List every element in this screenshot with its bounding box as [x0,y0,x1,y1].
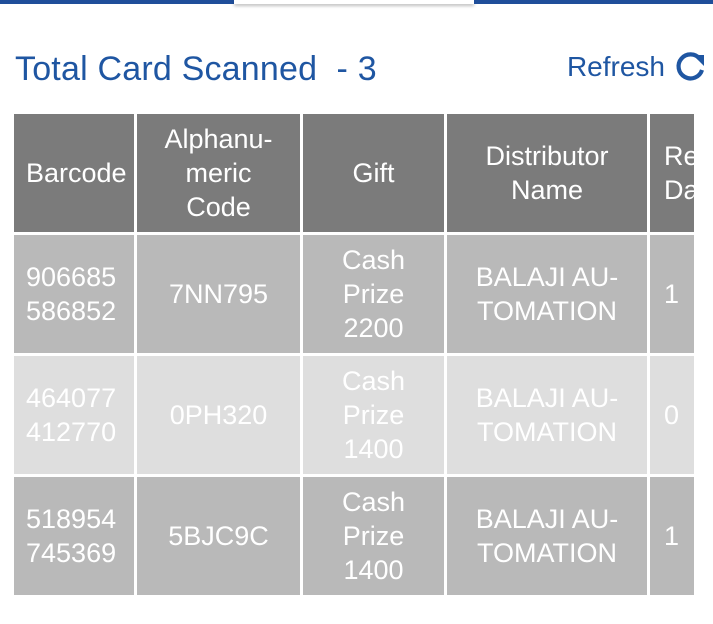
cell-distributor: BALAJI AU- TOMATION [447,235,647,353]
cell-code: 5BJC9C [137,477,300,595]
refresh-button[interactable]: Refresh [567,50,707,84]
cell-gift: Cash Prize 2200 [303,235,444,353]
column-header-code[interactable]: Alphanu- meric Code [137,114,300,232]
cell-gift: Cash Prize 1400 [303,356,444,474]
refresh-icon [673,50,707,84]
cell-gift: Cash Prize 1400 [303,477,444,595]
column-header-gift[interactable]: Gift [303,114,444,232]
cell-barcode: 464077 412770 [14,356,134,474]
cell-distributor: BALAJI AU- TOMATION [447,356,647,474]
refresh-label: Refresh [566,51,665,82]
cell-distributor: BALAJI AU- TOMATION [447,477,647,595]
page-title: Total Card Scanned - 3 [15,50,377,88]
cell-partial: 1 [650,235,694,353]
cell-code: 0PH320 [137,356,300,474]
tab-bar [0,0,713,6]
column-header-partial[interactable]: Re Da [650,114,694,232]
cell-partial: 0 [650,356,694,474]
tab-indicator-left[interactable] [0,0,234,4]
cell-code: 7NN795 [137,235,300,353]
scanned-cards-table[interactable]: Barcode Alphanu- meric Code Gift Distrib… [14,114,694,598]
column-header-barcode[interactable]: Barcode [14,114,134,232]
cell-barcode: 518954 745369 [14,477,134,595]
cell-partial: 1 [650,477,694,595]
tab-indicator-right[interactable] [474,0,713,4]
column-header-distributor[interactable]: Distributor Name [447,114,647,232]
cell-barcode: 906685 586852 [14,235,134,353]
tab-indicator-active[interactable] [234,0,474,4]
